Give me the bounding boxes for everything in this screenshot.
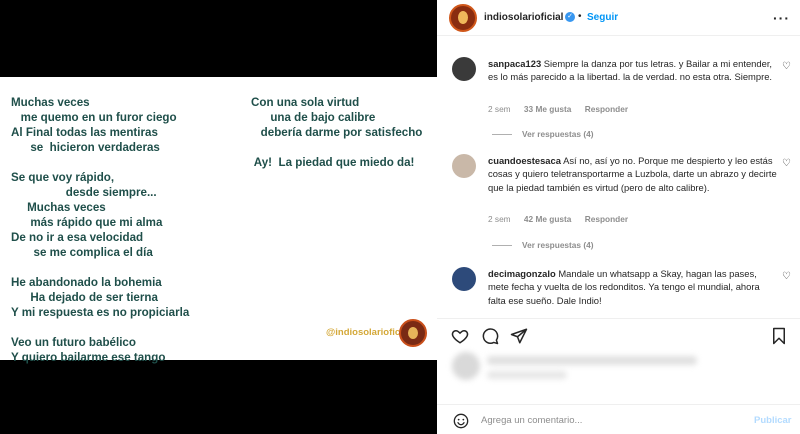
bookmark-icon[interactable] [770,327,788,345]
more-icon[interactable]: ··· [773,10,790,26]
view-replies-button[interactable]: Ver respuestas (4) [492,129,593,139]
reply-button[interactable]: Responder [585,104,628,114]
commenter-username[interactable]: decimagonzalo [488,268,556,279]
header-separator: • [578,11,582,22]
author-username[interactable]: indiosolarioficial [484,12,563,23]
comment-body: decimagonzalo Mandale un whatsapp a Skay… [488,267,778,307]
comment-meta: 2 sem 33 Me gusta Responder [488,104,639,114]
view-replies-button[interactable]: Ver respuestas (4) [492,240,593,250]
comment-body: cuandoestesaca Así no, así yo no. Porque… [488,154,778,194]
comment-list[interactable]: sanpaca123 Siempre la danza por tus letr… [437,37,800,317]
comment-likes[interactable]: 42 Me gusta [524,214,572,224]
follow-button[interactable]: Seguir [587,12,618,23]
commenter-username[interactable]: cuandoestesaca [488,155,561,166]
like-comment-icon[interactable]: ♡ [782,62,792,72]
liked-by-avatar [452,352,480,380]
reply-button[interactable]: Responder [585,214,628,224]
post-image: Muchas veces me quemo en un furor ciego … [0,77,437,364]
comment-likes[interactable]: 33 Me gusta [524,104,572,114]
comment-body: sanpaca123 Siempre la danza por tus letr… [488,57,778,84]
post-actions [437,318,800,348]
watermark-logo [399,319,427,347]
publish-button[interactable]: Publicar [754,415,792,426]
poem-left-column: Muchas veces me quemo en un furor ciego … [11,96,190,364]
emoji-icon[interactable] [453,413,469,429]
post-date [487,371,567,379]
comment-icon[interactable] [481,327,499,345]
comment-input[interactable] [481,413,741,427]
commenter-avatar[interactable] [452,57,476,81]
post-media: Muchas veces me quemo en un furor ciego … [0,0,437,434]
commenter-avatar[interactable] [452,154,476,178]
liked-by-text [487,356,697,365]
commenter-username[interactable]: sanpaca123 [488,58,541,69]
author-avatar[interactable] [449,4,477,32]
like-comment-icon[interactable]: ♡ [782,272,792,282]
share-icon[interactable] [510,327,528,345]
post-header: indiosolarioficial ✓ • Seguir ··· [437,0,800,36]
comment-time: 2 sem [488,214,511,224]
comment-time: 2 sem [488,104,511,114]
commenter-avatar[interactable] [452,267,476,291]
verified-icon: ✓ [565,12,575,22]
poem-right-column: Con una sola virtud una de bajo calibre … [251,96,423,169]
like-comment-icon[interactable]: ♡ [782,159,792,169]
comments-panel: indiosolarioficial ✓ • Seguir ··· sanpac… [437,0,800,434]
heart-icon[interactable] [451,327,469,345]
comment-meta: 2 sem 42 Me gusta Responder [488,214,639,224]
add-comment-bar: Publicar [437,404,800,434]
